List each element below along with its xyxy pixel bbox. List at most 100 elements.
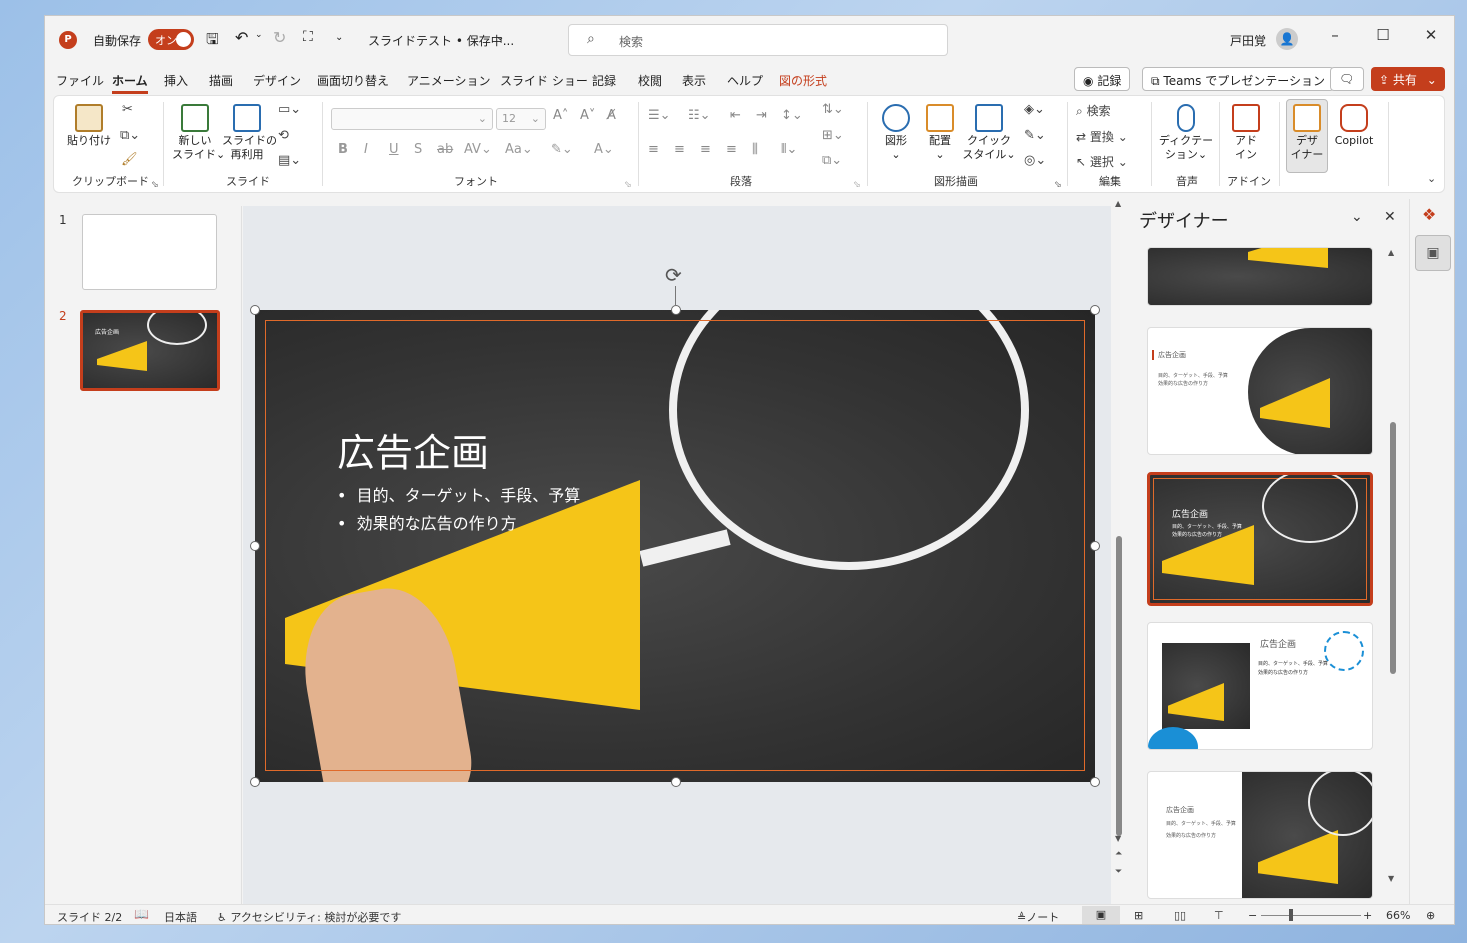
bold-icon[interactable]: B (338, 142, 348, 157)
resize-handle[interactable] (1090, 541, 1100, 551)
next-slide-icon[interactable]: ⏷ (1115, 867, 1122, 877)
resize-handle[interactable] (1090, 305, 1100, 315)
clipboard-launcher-icon[interactable]: ⬂ (151, 180, 159, 190)
bullets-icon[interactable]: ☰⌄ (648, 108, 671, 123)
designer-scrollbar[interactable]: ▲ ▼ (1388, 248, 1398, 888)
pane-options-icon[interactable]: ⌄ (1351, 209, 1363, 225)
zoom-out-icon[interactable]: − (1248, 909, 1257, 922)
undo-icon[interactable]: ↶ (235, 28, 248, 47)
shapes-button[interactable]: 図形 ⌄ (876, 104, 916, 162)
tab-home[interactable]: ホーム (112, 72, 148, 94)
addins-button[interactable]: アド イン (1226, 104, 1266, 162)
shadow-icon[interactable]: S (414, 142, 422, 157)
tab-file[interactable]: ファイル (56, 72, 104, 89)
tab-picture-format[interactable]: 図の形式 (779, 72, 827, 89)
tab-draw[interactable]: 描画 (209, 72, 233, 89)
paragraph-launcher-icon[interactable]: ⬂ (853, 180, 861, 190)
user-name[interactable]: 戸田覚 (1230, 32, 1266, 49)
find-button[interactable]: ⌕ 検索 (1076, 102, 1111, 119)
char-spacing-icon[interactable]: AV⌄ (464, 142, 492, 157)
autosave-toggle[interactable]: オン (148, 29, 194, 50)
text-direction-icon[interactable]: ⇅⌄ (822, 102, 844, 117)
resize-handle[interactable] (250, 541, 260, 551)
paste-button[interactable]: 貼り付け (66, 104, 112, 148)
decrease-indent-icon[interactable]: ⇤ (730, 108, 741, 123)
slide-title[interactable]: 広告企画 (337, 422, 489, 477)
slide-counter[interactable]: スライド 2/2 (57, 909, 122, 924)
font-launcher-icon[interactable]: ⬂ (624, 180, 632, 190)
accessibility-status[interactable]: ♿ アクセシビリティ: 検討が必要です (217, 909, 401, 924)
slide-bullet-2[interactable]: • 効果的な広告の作り方 (337, 510, 517, 534)
copilot-button[interactable]: Copilot (1332, 104, 1376, 148)
smartart-icon[interactable]: ⧉⌄ (822, 153, 842, 168)
document-title[interactable]: スライドテスト • 保存中... (368, 32, 514, 49)
line-spacing-icon[interactable]: ↕⌄ (781, 108, 803, 123)
align-left-icon[interactable]: ≡ (648, 142, 659, 157)
tab-slideshow[interactable]: スライド ショー (500, 72, 588, 89)
tab-design[interactable]: デザイン (253, 72, 301, 89)
tab-transitions[interactable]: 画面切り替え (317, 72, 389, 89)
resize-handle[interactable] (250, 305, 260, 315)
italic-icon[interactable]: I (364, 142, 368, 157)
fit-to-window-icon[interactable]: ⊕ (1426, 909, 1435, 922)
designer-scroll-down-icon[interactable]: ▼ (1388, 874, 1394, 883)
scroll-down-icon[interactable]: ▼ (1115, 834, 1121, 843)
undo-dropdown-icon[interactable]: ⌄ (255, 30, 263, 40)
increase-indent-icon[interactable]: ⇥ (756, 108, 767, 123)
normal-view-icon[interactable]: ▣ (1082, 906, 1120, 924)
designer-scroll-up-icon[interactable]: ▲ (1388, 248, 1394, 257)
search-box[interactable]: ⌕ 検索 (568, 24, 948, 56)
arrange-button[interactable]: 配置 ⌄ (920, 104, 960, 162)
drawing-launcher-icon[interactable]: ⬂ (1054, 180, 1062, 190)
replace-button[interactable]: ⇄ 置換 ⌄ (1076, 128, 1128, 145)
font-color-icon[interactable]: A⌄ (594, 142, 614, 157)
tab-animations[interactable]: アニメーション (407, 72, 491, 89)
maximize-icon[interactable]: ☐ (1368, 26, 1398, 52)
resize-handle[interactable] (671, 777, 681, 787)
font-name-dropdown[interactable]: ⌄ (331, 108, 493, 130)
copilot-rail-icon[interactable]: ❖ (1422, 205, 1436, 224)
tab-record[interactable]: 記録 (592, 72, 616, 89)
scroll-thumb[interactable] (1116, 536, 1122, 836)
section-icon[interactable]: ▤⌄ (278, 153, 301, 168)
design-option-1[interactable] (1147, 247, 1373, 306)
present-icon[interactable]: ⛶ (303, 29, 313, 45)
rotate-handle-icon[interactable]: ⟳ (665, 263, 682, 287)
change-case-icon[interactable]: Aa⌄ (505, 142, 533, 157)
avatar[interactable]: 👤 (1276, 28, 1298, 50)
slide-canvas[interactable]: 広告企画 • 目的、ターゲット、手段、予算 • 効果的な広告の作り方 (255, 310, 1095, 782)
dictate-button[interactable]: ディクテー ション⌄ (1158, 104, 1214, 162)
format-painter-icon[interactable]: 🖌 (121, 152, 138, 167)
justify-icon[interactable]: ≡ (726, 142, 737, 157)
clear-format-icon[interactable]: A̸ (607, 108, 616, 123)
resize-handle[interactable] (671, 305, 681, 315)
cut-icon[interactable]: ✂ (122, 102, 133, 117)
shrink-font-icon[interactable]: A˅ (580, 108, 595, 123)
zoom-slider-thumb[interactable] (1289, 909, 1293, 921)
slideshow-view-icon[interactable]: ⊤ (1214, 909, 1224, 922)
notes-button[interactable]: ≜ノート (1017, 909, 1059, 924)
tab-help[interactable]: ヘルプ (727, 72, 763, 89)
new-slide-button[interactable]: 新しい スライド⌄ (172, 104, 225, 162)
slide-bullet-1[interactable]: • 目的、ターゲット、手段、予算 (337, 482, 580, 506)
design-option-5[interactable]: 広告企画 目的、ターゲット、手段、予算 効果的な広告の作り方 (1147, 771, 1373, 899)
grow-font-icon[interactable]: A˄ (553, 108, 568, 123)
design-option-2[interactable]: 広告企画 目的、ターゲット、手段、予算 効果的な広告の作り方 (1147, 327, 1373, 455)
slide-thumbnail-1[interactable] (82, 214, 217, 290)
reuse-slides-button[interactable]: スライドの 再利用 (222, 104, 277, 162)
language-indicator[interactable]: 日本語 (164, 909, 197, 924)
designer-button[interactable]: デザ イナー (1286, 99, 1328, 173)
tab-review[interactable]: 校閲 (638, 72, 662, 89)
redo-icon[interactable]: ↻ (273, 28, 286, 47)
designer-rail-icon[interactable]: ▣ (1415, 235, 1451, 271)
save-icon[interactable]: 🖫 (206, 29, 219, 54)
editor-scrollbar[interactable]: ▲ ▼ ⏶ ⏷ (1112, 199, 1126, 909)
customize-toolbar-icon[interactable]: ⌄ (335, 32, 343, 43)
distributed-icon[interactable]: ⫼ (752, 142, 758, 157)
share-button[interactable]: ⇪ 共有 ⌄ (1371, 67, 1445, 91)
scroll-up-icon[interactable]: ▲ (1115, 199, 1121, 208)
shape-fill-icon[interactable]: ◈⌄ (1024, 102, 1045, 117)
strikethrough-icon[interactable]: ab (437, 142, 453, 157)
zoom-in-icon[interactable]: + (1363, 909, 1372, 922)
comments-button[interactable]: 🗨 (1330, 67, 1364, 91)
